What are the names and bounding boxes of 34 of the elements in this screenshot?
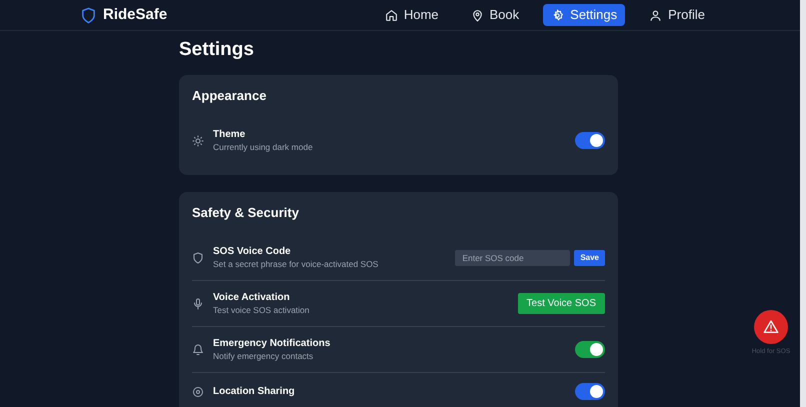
shield-logo-icon xyxy=(80,6,97,24)
sun-icon xyxy=(192,134,204,146)
map-pin-icon xyxy=(470,8,484,22)
setting-description: Set a secret phrase for voice-activated SOS xyxy=(213,258,380,270)
nav-link[interactable]: Home xyxy=(376,4,447,26)
page-title: Settings xyxy=(179,39,255,61)
setting-description: Currently using dark mode xyxy=(213,141,314,153)
setting-description: Notify emergency contacts xyxy=(213,350,314,362)
nav-link[interactable]: Profile xyxy=(641,4,713,26)
warning-icon xyxy=(763,319,779,335)
setting-label: Theme xyxy=(213,128,246,141)
microphone-icon xyxy=(192,298,204,310)
section-heading: Safety & Security xyxy=(192,205,300,221)
target-icon xyxy=(192,386,204,398)
brand-name[interactable]: RideSafe xyxy=(103,4,168,26)
setting-label: Location Sharing xyxy=(213,385,296,398)
nav-link[interactable]: Book xyxy=(462,4,528,26)
bell-icon xyxy=(192,344,204,356)
toggle-switch[interactable] xyxy=(575,341,605,358)
nav-link[interactable]: Settings xyxy=(543,4,626,26)
toggle-switch[interactable] xyxy=(575,383,605,400)
setting-label: SOS Voice Code xyxy=(213,245,292,258)
section-heading: Appearance xyxy=(192,88,268,104)
save-button[interactable]: Save xyxy=(574,250,605,266)
sos-button[interactable] xyxy=(754,310,788,344)
settings-icon xyxy=(551,8,564,22)
setting-label: Voice Activation xyxy=(213,291,291,304)
home-icon xyxy=(384,8,398,22)
toggle-switch[interactable] xyxy=(575,132,605,149)
setting-label: Emergency Notifications xyxy=(213,337,332,350)
user-icon xyxy=(649,8,662,22)
setting-description: Test voice SOS activation xyxy=(213,304,310,316)
sos-code-field[interactable]: Enter SOS code xyxy=(455,250,570,266)
shield-icon xyxy=(192,252,204,264)
